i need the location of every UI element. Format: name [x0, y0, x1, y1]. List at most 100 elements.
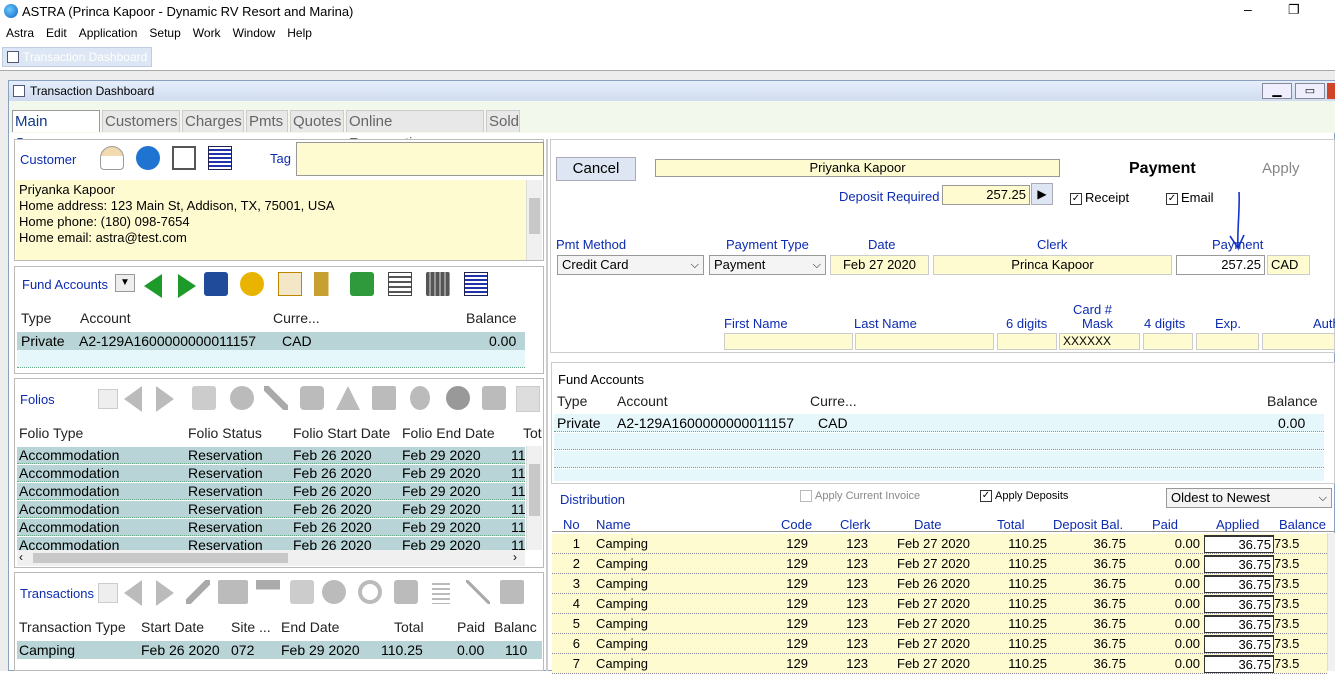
- applied-input[interactable]: 36.75: [1204, 595, 1274, 613]
- receipt-icon[interactable]: [278, 272, 302, 296]
- key-icon[interactable]: [230, 386, 254, 410]
- lightbulb-icon[interactable]: [410, 386, 430, 410]
- grid-icon[interactable]: [464, 272, 488, 296]
- person-icon[interactable]: [100, 146, 124, 170]
- transactions-dropdown[interactable]: [98, 583, 118, 603]
- menu-edit[interactable]: Edit: [40, 24, 73, 42]
- trash-icon[interactable]: [426, 272, 450, 296]
- transaction-row[interactable]: Camping Feb 26 2020 072 Feb 29 2020 110.…: [17, 641, 542, 659]
- folios-scrollbar[interactable]: [526, 446, 542, 550]
- order-select[interactable]: Oldest to Newest ⌵: [1166, 488, 1332, 508]
- tag-input[interactable]: [296, 142, 544, 176]
- cart-icon[interactable]: [372, 386, 396, 410]
- arrow-right-icon[interactable]: [156, 386, 174, 412]
- menu-work[interactable]: Work: [187, 24, 227, 42]
- arrow-left-icon[interactable]: [144, 274, 162, 298]
- distribution-row[interactable]: 1 Camping 129 123 Feb 27 2020 110.25 36.75 0.00…: [552, 534, 1327, 554]
- last-name-field[interactable]: [855, 333, 994, 350]
- arrow-left-icon[interactable]: [124, 386, 142, 412]
- six-digits-field[interactable]: [997, 333, 1057, 350]
- list-icon[interactable]: [432, 580, 450, 604]
- menu-setup[interactable]: Setup: [143, 24, 186, 42]
- folio-row[interactable]: Accommodation Reservation Feb 26 2020 Feb 2…: [17, 465, 525, 482]
- menu-astra[interactable]: Astra: [0, 24, 40, 42]
- inner-restore-button[interactable]: ▭: [1295, 83, 1325, 99]
- distribution-row[interactable]: 7 Camping 129 123 Feb 27 2020 110.25 36.75 0.00…: [552, 654, 1327, 674]
- minimize-button[interactable]: –: [1244, 1, 1252, 17]
- transaction-dashboard-task-button[interactable]: Transaction Dashboard: [2, 47, 152, 67]
- distribution-row[interactable]: 5 Camping 129 123 Feb 27 2020 110.25 36.75 0.00…: [552, 614, 1327, 634]
- arrow-left-icon[interactable]: [124, 580, 142, 606]
- tab-quotes[interactable]: Quotes: [290, 110, 344, 132]
- exp-field[interactable]: [1196, 333, 1259, 350]
- applied-input[interactable]: 36.75: [1204, 575, 1274, 593]
- tab-pmts[interactable]: Pmts: [246, 110, 288, 132]
- distribution-row[interactable]: 4 Camping 129 123 Feb 27 2020 110.25 36.75 0.00…: [552, 594, 1327, 614]
- restore-button[interactable]: ❐: [1288, 2, 1300, 18]
- menu-application[interactable]: Application: [73, 24, 144, 42]
- sailboat-icon[interactable]: [336, 386, 360, 410]
- pmt-type-select[interactable]: Payment ⌵: [709, 255, 826, 275]
- key-icon[interactable]: [314, 272, 338, 296]
- applied-input[interactable]: 36.75: [1204, 535, 1274, 553]
- arrow-right-icon[interactable]: [156, 580, 174, 606]
- apply-deposits-checkbox[interactable]: ✓ Apply Deposits: [980, 490, 1068, 503]
- pencil-icon[interactable]: [186, 580, 210, 604]
- tab-charges[interactable]: Charges: [182, 110, 244, 132]
- folio-row[interactable]: Accommodation Reservation Feb 26 2020 Feb 2…: [17, 447, 525, 464]
- distribution-scrollbar[interactable]: [1327, 533, 1335, 671]
- distribution-row[interactable]: 3 Camping 129 123 Feb 26 2020 110.25 36.75 0.00…: [552, 574, 1327, 594]
- bed-icon[interactable]: [192, 386, 216, 410]
- pmt-method-select[interactable]: Credit Card ⌵: [557, 255, 704, 275]
- clerk-field[interactable]: Princa Kapoor: [933, 255, 1172, 275]
- deposit-required-field[interactable]: 257.25: [942, 185, 1030, 205]
- flower-icon[interactable]: [322, 580, 346, 604]
- folio-row[interactable]: Accommodation Reservation Feb 26 2020 Feb 2…: [17, 501, 525, 518]
- fa-left-row[interactable]: Private A2-129A1600000000011157 CAD 0.00: [17, 332, 525, 350]
- arrow-right-icon[interactable]: [178, 274, 196, 298]
- folio-row[interactable]: Accommodation Reservation Feb 26 2020 Feb 2…: [17, 483, 525, 500]
- refresh-icon[interactable]: [358, 580, 382, 604]
- card-mask-field[interactable]: XXXXXX: [1059, 333, 1140, 350]
- folio-row[interactable]: Accommodation Reservation Feb 26 2020 Feb 2…: [17, 519, 525, 536]
- auth-field[interactable]: [1262, 333, 1335, 350]
- chat-bubble-icon[interactable]: [136, 146, 160, 170]
- calculator-icon[interactable]: [388, 272, 412, 296]
- folios-dropdown[interactable]: [98, 389, 118, 409]
- wand-icon[interactable]: [466, 580, 490, 604]
- tab-main-screen[interactable]: Main Screen: [12, 110, 100, 152]
- tab-sold[interactable]: Sold: [486, 110, 520, 132]
- distribution-row[interactable]: 2 Camping 129 123 Feb 27 2020 110.25 36.75 0.00…: [552, 554, 1327, 574]
- inner-minimize-button[interactable]: ▁: [1262, 83, 1292, 99]
- map-icon[interactable]: [300, 386, 324, 410]
- fund-accounts-dropdown[interactable]: ▼: [115, 274, 135, 292]
- four-digits-field[interactable]: [1143, 333, 1193, 350]
- applied-input[interactable]: 36.75: [1204, 555, 1274, 573]
- apply-current-invoice-checkbox[interactable]: Apply Current Invoice: [800, 490, 920, 503]
- drill-icon[interactable]: [256, 580, 280, 604]
- tab-online-reservations[interactable]: Online Reservations: [346, 110, 484, 152]
- folios-toolbar-dropdown[interactable]: [516, 386, 540, 412]
- customer-scrollbar[interactable]: [526, 180, 542, 260]
- tag-icon[interactable]: [290, 580, 314, 604]
- inner-close-button[interactable]: [1327, 83, 1335, 99]
- people-icon[interactable]: [446, 386, 470, 410]
- grid-icon[interactable]: [208, 146, 232, 170]
- ticket-icon[interactable]: [482, 386, 506, 410]
- currency-field[interactable]: CAD: [1267, 255, 1310, 275]
- card-icon[interactable]: [240, 272, 264, 296]
- apply-button[interactable]: Apply: [1262, 160, 1300, 177]
- applied-input[interactable]: 36.75: [1204, 655, 1274, 673]
- distribution-row[interactable]: 6 Camping 129 123 Feb 27 2020 110.25 36.75 0.00…: [552, 634, 1327, 654]
- notepad-icon[interactable]: [172, 146, 196, 170]
- fa-right-row[interactable]: Private A2-129A1600000000011157 CAD 0.00: [554, 414, 1324, 432]
- folder-icon[interactable]: [204, 272, 228, 296]
- date-field[interactable]: Feb 27 2020: [830, 255, 929, 275]
- cash-icon[interactable]: [350, 272, 374, 296]
- email-checkbox[interactable]: ✓ Email: [1166, 190, 1214, 205]
- folios-h-scrollbar[interactable]: ‹ ›: [17, 550, 525, 566]
- applied-input[interactable]: 36.75: [1204, 615, 1274, 633]
- menu-help[interactable]: Help: [281, 24, 318, 42]
- pen-icon[interactable]: [264, 386, 288, 410]
- register-icon[interactable]: [218, 580, 248, 604]
